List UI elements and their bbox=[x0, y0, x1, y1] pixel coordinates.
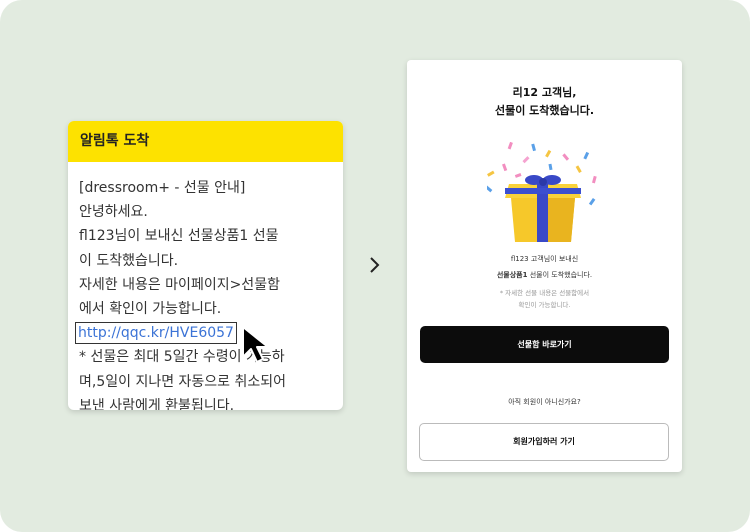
alimtalk-line: fl123님이 보내신 선물상품1 선물 bbox=[79, 228, 279, 245]
alimtalk-line: 이 도착했습니다. bbox=[79, 252, 179, 269]
page-title: 리12 고객님, 선물이 도착했습니다. bbox=[407, 84, 682, 120]
background-frame: 알림톡 도착 [dressroom+ - 선물 안내] 안녕하세요. fl123… bbox=[0, 0, 750, 532]
signup-question: 아직 회원이 아니신가요? bbox=[508, 398, 581, 406]
gift-link[interactable]: http://qqc.kr/HVE6057 bbox=[78, 325, 234, 341]
chevron-right-icon bbox=[370, 257, 380, 273]
alimtalk-line: [dressroom+ - 선물 안내] bbox=[79, 180, 246, 196]
gift-message-line: fl123 고객님이 보내신 bbox=[510, 255, 579, 263]
gift-box-button[interactable]: 선물함 바로가기 bbox=[420, 326, 669, 363]
alimtalk-body: [dressroom+ - 선물 안내] 안녕하세요. fl123님이 보내신 … bbox=[68, 162, 343, 410]
mouse-cursor-icon bbox=[242, 326, 269, 363]
gift-note: * 자세한 선물 내용은 선물함에서 확인이 가능합니다. bbox=[407, 287, 682, 311]
gift-landing-screen: 리12 고객님, 선물이 도착했습니다. fl123 고객님이 보내신 선물상품… bbox=[407, 60, 682, 472]
alimtalk-line: 에서 확인이 가능합니다. bbox=[79, 301, 222, 318]
title-line: 리12 고객님, bbox=[512, 86, 577, 99]
alimtalk-footer-line: * 선물은 최대 5일간 수령이 가능하 bbox=[79, 349, 285, 366]
title-line: 선물이 도착했습니다. bbox=[494, 104, 595, 117]
gift-box-icon bbox=[487, 142, 597, 242]
gift-message-rest: 선물이 도착했습니다. bbox=[527, 271, 593, 279]
gift-message: fl123 고객님이 보내신 선물상품1 선물이 도착했습니다. bbox=[407, 251, 682, 283]
gift-message-line: 선물상품1 선물이 도착했습니다. bbox=[407, 267, 682, 283]
signup-button[interactable]: 회원가입하러 가기 bbox=[419, 423, 669, 461]
link-highlight-box: http://qqc.kr/HVE6057 bbox=[75, 322, 237, 345]
alimtalk-header: 알림톡 도착 bbox=[68, 121, 343, 162]
alimtalk-link-row: http://qqc.kr/HVE6057 bbox=[75, 321, 335, 345]
note-line: * 자세한 선물 내용은 선물함에서 bbox=[499, 289, 590, 297]
alimtalk-line: 자세한 내용은 마이페이지>선물함 bbox=[79, 276, 280, 293]
alimtalk-line: 안녕하세요. bbox=[79, 204, 148, 221]
alimtalk-footer-line: 며,5일이 지나면 자동으로 취소되어 bbox=[79, 373, 287, 390]
note-line: 확인이 가능합니다. bbox=[518, 301, 571, 309]
alimtalk-card: 알림톡 도착 [dressroom+ - 선물 안내] 안녕하세요. fl123… bbox=[68, 121, 343, 410]
alimtalk-footer-line: 보낸 사람에게 환불됩니다. bbox=[79, 397, 235, 410]
product-name: 선물상품1 bbox=[496, 271, 528, 279]
